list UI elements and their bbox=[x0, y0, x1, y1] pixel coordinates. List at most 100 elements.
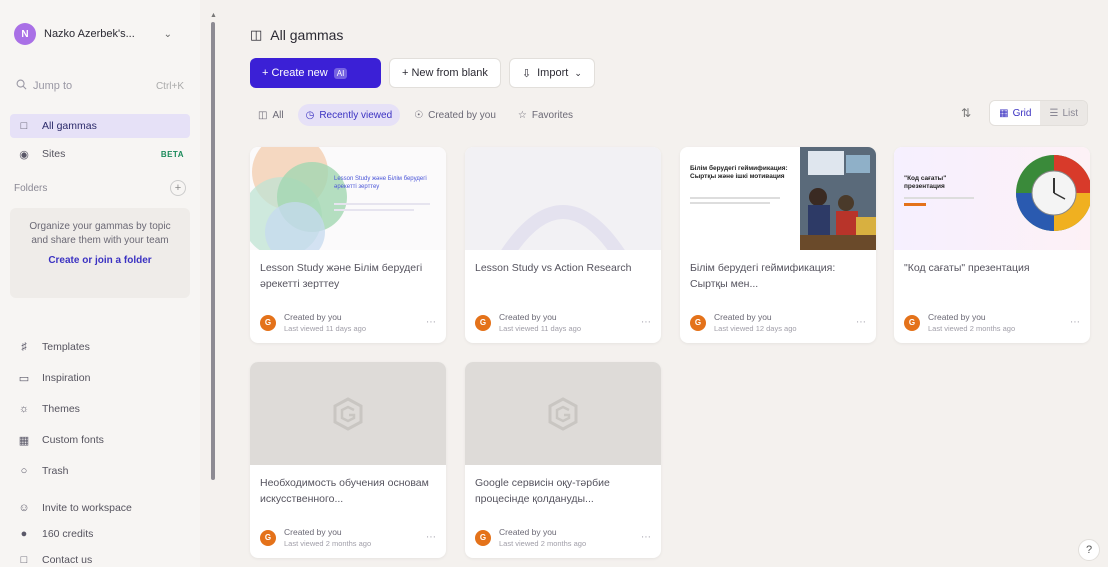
tab-created-by-you[interactable]: ☉ Created by you bbox=[406, 104, 504, 126]
folders-empty-state: Organize your gammas by topic and share … bbox=[10, 208, 190, 298]
card-title: Необходимость обучения основам искусстве… bbox=[260, 477, 429, 505]
thumbnail-title: "Код сағаты" презентация bbox=[904, 175, 947, 190]
gamma-card[interactable]: "Код сағаты" презентация "Код сағаты" пр… bbox=[894, 147, 1090, 343]
sort-icon[interactable]: ⇅ bbox=[961, 106, 971, 120]
main-content: ◫ All gammas + Create new AI + New from … bbox=[225, 0, 1108, 567]
thumbnail-accent bbox=[904, 203, 926, 206]
gamma-card[interactable]: Необходимость обучения основам искусстве… bbox=[250, 362, 446, 558]
import-icon: ⇩ bbox=[521, 67, 532, 80]
clock-icon: ◷ bbox=[305, 109, 315, 121]
list-view-button[interactable]: ☰ List bbox=[1040, 101, 1087, 125]
list-label: List bbox=[1062, 107, 1078, 119]
thumbnail-line bbox=[690, 197, 780, 199]
card-title: "Код сағаты" презентация bbox=[904, 262, 1030, 274]
create-folder-link[interactable]: Create or join a folder bbox=[20, 254, 180, 268]
sidebar-item-label: All gammas bbox=[42, 120, 97, 132]
jump-to-search[interactable]: Jump to Ctrl+K bbox=[10, 76, 190, 96]
sidebar-item-contact[interactable]: □ Contact us bbox=[10, 548, 190, 567]
avatar: G bbox=[475, 314, 491, 331]
grid-view-button[interactable]: ▦ Grid bbox=[990, 101, 1041, 125]
card-thumbnail: "Код сағаты" презентация bbox=[894, 147, 1090, 250]
card-title: Білім берудегі геймификация: Сыртқы мен.… bbox=[690, 262, 836, 290]
arc-image bbox=[501, 205, 625, 250]
card-last-viewed: Last viewed 11 days ago bbox=[284, 324, 366, 333]
view-controls: ⇅ ▦ Grid ☰ List bbox=[961, 100, 1088, 126]
more-options-icon[interactable]: ⋯ bbox=[856, 317, 866, 328]
avatar: G bbox=[260, 314, 276, 331]
list-icon: ☰ bbox=[1049, 107, 1059, 119]
thumbnail-line bbox=[690, 202, 770, 204]
sidebar-item-label: Themes bbox=[42, 403, 80, 415]
card-thumbnail: Lesson Study және Білім берудегі әрекетт… bbox=[250, 147, 446, 250]
more-options-icon[interactable]: ⋯ bbox=[426, 532, 436, 543]
filter-tabs: ◫ All ◷ Recently viewed ☉ Created by you… bbox=[250, 104, 587, 126]
import-button[interactable]: ⇩ Import ⌄ bbox=[508, 58, 595, 88]
workspace-name: Nazko Azerbek's... bbox=[44, 28, 135, 40]
star-icon: ☆ bbox=[517, 109, 527, 121]
sidebar-item-sites[interactable]: ◉ Sites BETA bbox=[10, 142, 190, 166]
clock-image bbox=[1016, 155, 1090, 231]
card-author: Created by you bbox=[928, 312, 986, 322]
globe-icon: ◉ bbox=[19, 148, 29, 161]
card-thumbnail: Білім берудегі геймификация: Сыртқы және… bbox=[680, 147, 876, 250]
sidebar-item-label: 160 credits bbox=[42, 528, 94, 540]
new-from-blank-button[interactable]: + New from blank bbox=[389, 58, 501, 88]
sidebar-item-label: Trash bbox=[42, 465, 69, 477]
card-thumbnail bbox=[250, 362, 446, 465]
card-title: Lesson Study vs Action Research bbox=[475, 262, 632, 274]
tab-all[interactable]: ◫ All bbox=[250, 104, 292, 126]
page-title: ◫ All gammas bbox=[250, 27, 343, 43]
gamma-card[interactable]: Білім берудегі геймификация: Сыртқы және… bbox=[680, 147, 876, 343]
card-meta: G Created by you Last viewed 2 months ag… bbox=[475, 527, 651, 548]
add-folder-button[interactable]: + bbox=[170, 180, 186, 196]
sidebar: N Nazko Azerbek's... ⌄ Jump to Ctrl+K □ … bbox=[0, 0, 200, 567]
sidebar-item-custom-fonts[interactable]: ▦ Custom fonts bbox=[10, 425, 190, 455]
new-from-blank-label: + New from blank bbox=[402, 67, 488, 79]
card-author: Created by you bbox=[499, 527, 557, 537]
sidebar-item-invite[interactable]: ☺ Invite to workspace bbox=[10, 496, 190, 520]
sidebar-item-credits[interactable]: ● 160 credits bbox=[10, 522, 190, 546]
thumbnail-title: Lesson Study және Білім берудегі әрекетт… bbox=[334, 176, 427, 190]
sidebar-item-inspiration[interactable]: ▭ Inspiration bbox=[10, 363, 190, 393]
sidebar-item-label: Sites bbox=[42, 148, 66, 160]
search-shortcut: Ctrl+K bbox=[155, 80, 184, 92]
sidebar-item-templates[interactable]: ♯ Templates bbox=[10, 332, 190, 362]
tab-favorites[interactable]: ☆ Favorites bbox=[510, 104, 581, 126]
grid-icon: ▦ bbox=[999, 107, 1009, 119]
classroom-photo bbox=[800, 147, 876, 250]
sidebar-item-themes[interactable]: ☼ Themes bbox=[10, 394, 190, 424]
inspiration-icon: ▭ bbox=[18, 372, 30, 385]
tab-label: Favorites bbox=[531, 109, 574, 121]
gamma-card[interactable]: Lesson Study және Білім берудегі әрекетт… bbox=[250, 147, 446, 343]
trash-icon: ○ bbox=[20, 465, 28, 477]
tab-recently-viewed[interactable]: ◷ Recently viewed bbox=[297, 104, 401, 126]
sidebar-item-label: Invite to workspace bbox=[42, 502, 132, 514]
card-title: Lesson Study және Білім берудегі әрекетт… bbox=[260, 262, 423, 290]
avatar: G bbox=[690, 314, 706, 331]
sidebar-item-all-gammas[interactable]: □ All gammas bbox=[10, 114, 190, 138]
gamma-logo-icon bbox=[548, 396, 578, 431]
workspace-switcher[interactable]: N Nazko Azerbek's... ⌄ bbox=[10, 16, 190, 52]
gamma-card[interactable]: Lesson Study vs Action Research G Create… bbox=[465, 147, 661, 343]
card-title: Google сервисін оқу-тәрбие процесінде қо… bbox=[475, 477, 610, 505]
card-meta: G Created by you Last viewed 11 days ago… bbox=[260, 312, 436, 333]
gallery-icon: ◫ bbox=[250, 27, 263, 42]
help-button[interactable]: ? bbox=[1078, 539, 1100, 561]
sidebar-item-trash[interactable]: ○ Trash bbox=[10, 456, 190, 486]
import-label: Import bbox=[537, 67, 569, 79]
more-options-icon[interactable]: ⋯ bbox=[641, 532, 651, 543]
grid-label: Grid bbox=[1012, 107, 1032, 119]
card-meta: G Created by you Last viewed 2 months ag… bbox=[904, 312, 1080, 333]
gamma-card[interactable]: Google сервисін оқу-тәрбие процесінде қо… bbox=[465, 362, 661, 558]
scroll-up-arrow-icon[interactable]: ▲ bbox=[210, 12, 217, 19]
more-options-icon[interactable]: ⋯ bbox=[641, 317, 651, 328]
avatar: G bbox=[904, 314, 920, 331]
more-options-icon[interactable]: ⋯ bbox=[1070, 317, 1080, 328]
gallery-icon: □ bbox=[20, 120, 28, 132]
sidebar-item-label: Contact us bbox=[42, 554, 93, 566]
sidebar-scrollbar[interactable] bbox=[211, 22, 215, 480]
create-new-button[interactable]: + Create new AI bbox=[250, 58, 381, 88]
venn-diagram-image bbox=[250, 147, 347, 250]
more-options-icon[interactable]: ⋯ bbox=[426, 317, 436, 328]
ai-badge: AI bbox=[333, 67, 348, 79]
